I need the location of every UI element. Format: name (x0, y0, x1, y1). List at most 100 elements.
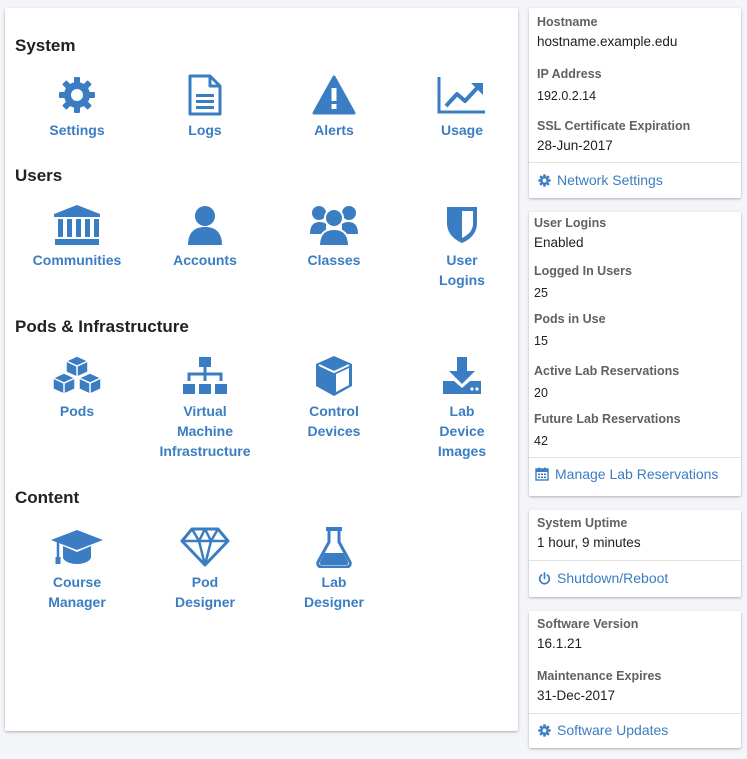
maintenance-expires-value: 31-Dec-2017 (537, 688, 616, 703)
manage-lab-reservations-link[interactable]: Manage Lab Reservations (535, 466, 733, 482)
tile-label: Logs (188, 122, 222, 138)
tile-pods[interactable]: Pods (25, 355, 129, 421)
tile-label: Accounts (173, 252, 237, 268)
tile-control-devices[interactable]: Control Devices (282, 355, 386, 441)
software-updates-label: Software Updates (557, 722, 669, 738)
tile-pod-designer[interactable]: Pod Designer (153, 526, 257, 612)
software-updates-link[interactable]: Software Updates (538, 722, 733, 738)
warning-triangle-icon (307, 74, 361, 116)
cube-icon (307, 355, 361, 397)
user-logins-value: Enabled (534, 235, 584, 250)
ssl-expiration-field: SSL Certificate Expiration 28-Jun-2017 (537, 119, 733, 153)
manage-lab-reservations-label: Manage Lab Reservations (555, 466, 719, 482)
pods-in-use-field: Pods in Use 15 (534, 312, 733, 348)
tile-virtual-machine-infrastructure[interactable]: Virtual Machine Infrastructure (153, 355, 257, 461)
tile-label: Course Manager (48, 574, 106, 610)
active-reservations-label: Active Lab Reservations (534, 364, 680, 378)
ip-address-value: 192.0.2.14 (537, 89, 597, 103)
user-logins-field: User Logins Enabled (534, 216, 733, 250)
section-title-pods-infrastructure: Pods & Infrastructure (15, 317, 189, 336)
ip-address-label: IP Address (537, 67, 602, 81)
tile-course-manager[interactable]: Course Manager (25, 526, 129, 612)
network-settings-link[interactable]: Network Settings (538, 172, 733, 188)
download-icon (435, 355, 489, 397)
shutdown-reboot-link[interactable]: Shutdown/Reboot (538, 570, 733, 586)
uptime-card: System Uptime 1 hour, 9 minutes Shutdown… (529, 510, 741, 597)
hostname-label: Hostname (537, 15, 598, 29)
tile-label: Classes (307, 252, 361, 268)
tile-lab-designer[interactable]: Lab Designer (282, 526, 386, 612)
flask-icon (307, 526, 361, 568)
diamond-icon (178, 526, 232, 568)
tile-usage[interactable]: Usage (410, 74, 514, 140)
tile-label: Lab Device Images (437, 403, 487, 459)
graduation-cap-icon (50, 526, 104, 568)
system-uptime-value: 1 hour, 9 minutes (537, 535, 641, 550)
system-uptime-field: System Uptime 1 hour, 9 minutes (537, 516, 733, 550)
tile-classes[interactable]: Classes (282, 204, 386, 270)
pods-in-use-value: 15 (534, 334, 548, 348)
section-title-users: Users (15, 166, 63, 185)
user-icon (178, 204, 232, 246)
network-settings-label: Network Settings (557, 172, 663, 188)
cubes-icon (50, 355, 104, 397)
tile-communities[interactable]: Communities (25, 204, 129, 270)
users-group-icon (307, 204, 361, 246)
tile-label: Communities (32, 252, 122, 268)
tile-label: Lab Designer (304, 574, 364, 610)
ssl-expiration-label: SSL Certificate Expiration (537, 119, 691, 133)
future-reservations-label: Future Lab Reservations (534, 412, 681, 426)
divider (529, 713, 741, 714)
software-card: Software Version 16.1.21 Maintenance Exp… (529, 611, 741, 748)
tile-label: Alerts (314, 122, 354, 138)
tile-alerts[interactable]: Alerts (282, 74, 386, 140)
shutdown-reboot-label: Shutdown/Reboot (557, 570, 669, 586)
tile-label: Settings (49, 122, 105, 138)
hostname-field: Hostname hostname.example.edu (537, 15, 733, 49)
tile-accounts[interactable]: Accounts (153, 204, 257, 270)
gear-icon (50, 74, 104, 116)
divider (529, 457, 741, 458)
divider (529, 560, 741, 561)
system-uptime-label: System Uptime (537, 516, 628, 530)
tile-label: Control Devices (307, 403, 361, 439)
gear-icon (538, 723, 551, 737)
tile-label: Virtual Machine Infrastructure (159, 403, 251, 459)
hostname-value: hostname.example.edu (537, 34, 678, 49)
admin-main-panel: System Settings Logs Alerts Usage Users … (5, 8, 518, 731)
software-version-field: Software Version 16.1.21 (537, 617, 733, 651)
ssl-expiration-value: 28-Jun-2017 (537, 138, 613, 153)
active-reservations-value: 20 (534, 386, 548, 400)
gear-icon (538, 173, 551, 187)
active-reservations-field: Active Lab Reservations 20 (534, 364, 733, 400)
tile-label: Usage (440, 122, 484, 138)
tile-logs[interactable]: Logs (153, 74, 257, 140)
logged-in-users-value: 25 (534, 286, 548, 300)
section-title-content: Content (15, 488, 80, 507)
pods-in-use-label: Pods in Use (534, 312, 606, 326)
tile-label: User Logins (439, 252, 485, 288)
maintenance-expires-field: Maintenance Expires 31-Dec-2017 (537, 669, 733, 703)
future-reservations-field: Future Lab Reservations 42 (534, 412, 733, 448)
line-chart-icon (435, 74, 489, 116)
calendar-icon (535, 467, 549, 481)
tile-user-logins[interactable]: User Logins (410, 204, 514, 290)
document-icon (178, 74, 232, 116)
tile-lab-device-images[interactable]: Lab Device Images (410, 355, 514, 461)
ip-address-field: IP Address 192.0.2.14 (537, 67, 733, 103)
network-card: Hostname hostname.example.edu IP Address… (529, 8, 741, 198)
future-reservations-value: 42 (534, 434, 548, 448)
software-version-label: Software Version (537, 617, 639, 631)
sitemap-icon (178, 355, 232, 397)
logged-in-users-field: Logged In Users 25 (534, 264, 733, 300)
user-logins-label: User Logins (534, 216, 607, 230)
maintenance-expires-label: Maintenance Expires (537, 669, 662, 683)
tile-label: Pod Designer (175, 574, 235, 610)
tile-label: Pods (59, 403, 95, 419)
logged-in-users-label: Logged In Users (534, 264, 632, 278)
shield-icon (435, 204, 489, 246)
tile-settings[interactable]: Settings (25, 74, 129, 140)
status-card: User Logins Enabled Logged In Users 25 P… (529, 212, 741, 496)
software-version-value: 16.1.21 (537, 636, 583, 651)
divider (529, 162, 741, 163)
